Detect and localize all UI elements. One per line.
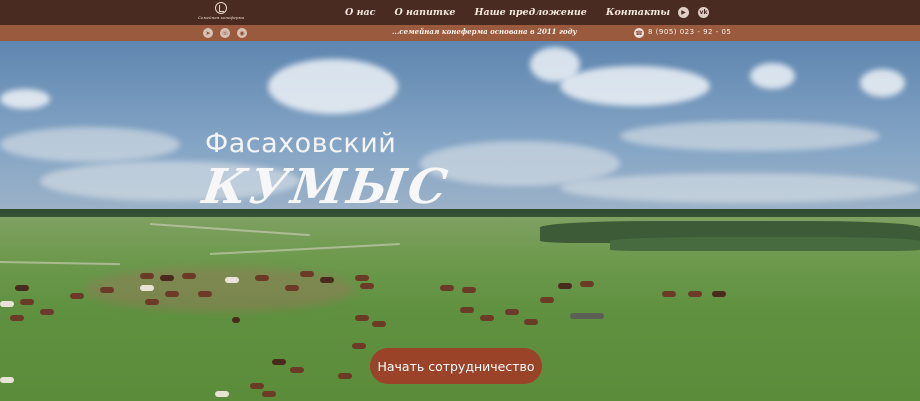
cloud — [268, 59, 398, 114]
horse — [570, 313, 604, 319]
logo-text: Семейная конеферма — [197, 15, 245, 20]
horse — [580, 281, 594, 287]
cloud — [750, 63, 795, 89]
cloud — [0, 89, 50, 109]
horse — [462, 287, 476, 293]
youtube-icon[interactable]: ▶ — [678, 7, 689, 18]
hero-title: Фасаховский — [205, 128, 397, 159]
telegram-icon[interactable]: ➤ — [203, 28, 213, 38]
horse — [320, 277, 334, 283]
info-strip: ➤ ☏ ◉ ...семейная конеферма основана в 2… — [0, 25, 920, 41]
horse — [15, 285, 29, 291]
horse — [40, 309, 54, 315]
horse — [262, 391, 276, 397]
horse — [100, 287, 114, 293]
vk-icon[interactable]: vk — [698, 7, 709, 18]
cloud — [0, 127, 180, 162]
hero-banner: Фасаховский КУМЫС — [0, 41, 920, 401]
tagline: ...семейная конеферма основана в 2011 го… — [392, 27, 577, 36]
hero-subtitle: КУМЫС — [199, 159, 454, 215]
cloud — [560, 66, 710, 106]
horse — [160, 275, 174, 281]
horse — [255, 275, 269, 281]
horse-logo-icon — [215, 2, 227, 14]
start-cooperation-button[interactable]: Начать сотрудничество — [370, 348, 542, 384]
horse — [440, 285, 454, 291]
horse — [712, 291, 726, 297]
nav-item-drink[interactable]: О напитке — [394, 7, 455, 18]
horse — [480, 315, 494, 321]
nav-item-contacts[interactable]: Контакты — [606, 7, 670, 18]
logo[interactable]: Семейная конеферма — [197, 2, 245, 24]
horse — [20, 299, 34, 305]
horse — [460, 307, 474, 313]
instagram-icon[interactable]: ◉ — [237, 28, 247, 38]
horse — [232, 317, 240, 323]
horse — [215, 391, 229, 397]
horse — [300, 271, 314, 277]
horse — [0, 377, 14, 383]
horse — [225, 277, 239, 283]
horse — [140, 285, 154, 291]
cloud — [560, 173, 920, 203]
horse — [360, 283, 374, 289]
horse — [662, 291, 676, 297]
horse — [524, 319, 538, 325]
horse — [338, 373, 352, 379]
horse — [10, 315, 24, 321]
phone-number[interactable]: 8 (905) 023 - 92 - 05 — [648, 28, 731, 36]
horse — [182, 273, 196, 279]
horse — [688, 291, 702, 297]
main-nav: О нас О напитке Наше предложение Контакт… — [345, 0, 670, 25]
horse — [165, 291, 179, 297]
horse — [558, 283, 572, 289]
top-nav-bar: Семейная конеферма О нас О напитке Наше … — [0, 0, 920, 25]
horse — [372, 321, 386, 327]
nav-item-offer[interactable]: Наше предложение — [474, 7, 586, 18]
horse — [285, 285, 299, 291]
dirt-patch — [85, 267, 355, 312]
horse — [290, 367, 304, 373]
horse — [140, 273, 154, 279]
horse — [355, 275, 369, 281]
nav-item-about[interactable]: О нас — [345, 7, 375, 18]
horse — [145, 299, 159, 305]
cloud — [860, 69, 905, 97]
forest — [610, 237, 920, 251]
horse — [352, 343, 366, 349]
horse — [250, 383, 264, 389]
horse — [355, 315, 369, 321]
cloud — [620, 121, 880, 151]
horse — [505, 309, 519, 315]
phone-icon[interactable]: ☎ — [634, 28, 644, 38]
horse — [0, 301, 14, 307]
horse — [198, 291, 212, 297]
whatsapp-icon[interactable]: ☏ — [220, 28, 230, 38]
horse — [70, 293, 84, 299]
horse — [540, 297, 554, 303]
horse — [272, 359, 286, 365]
